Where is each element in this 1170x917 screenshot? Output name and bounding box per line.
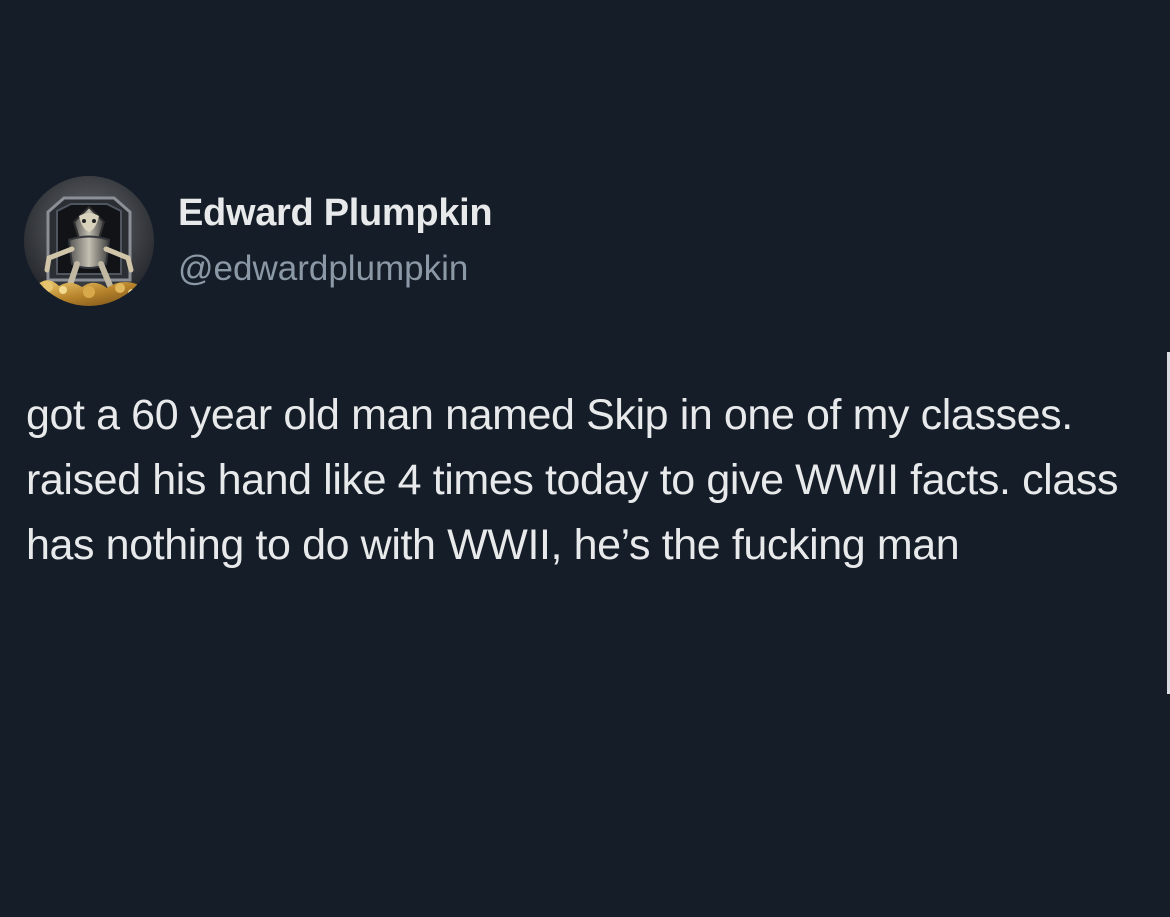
tweet-card: Edward Plumpkin @edwardplumpkin got a 60…: [0, 0, 1170, 917]
tweet-body-text: got a 60 year old man named Skip in one …: [26, 391, 1119, 569]
author-handle[interactable]: @edwardplumpkin: [178, 246, 468, 292]
robot-general-on-throne-avatar-icon: [24, 176, 154, 306]
user-avatar[interactable]: [24, 176, 154, 306]
author-display-name[interactable]: Edward Plumpkin: [178, 190, 493, 236]
